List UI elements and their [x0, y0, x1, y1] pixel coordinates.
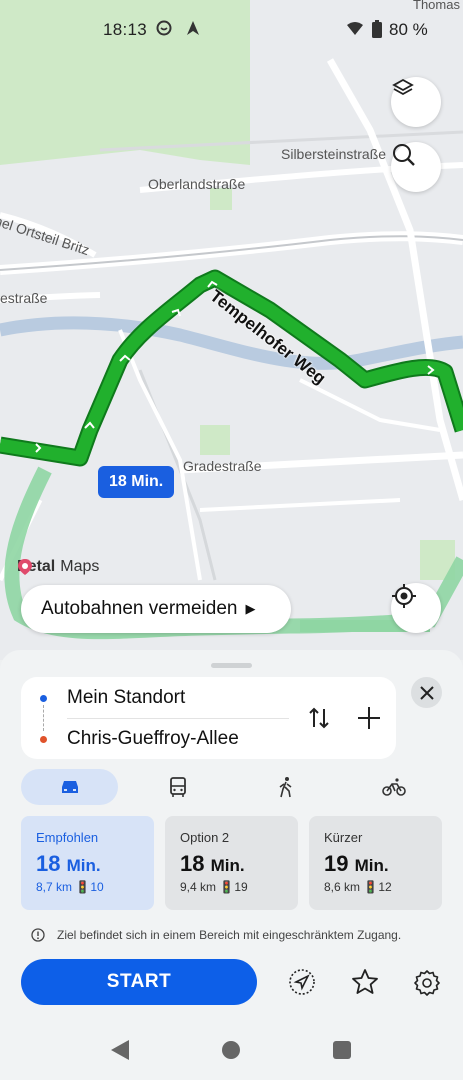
tab-bike[interactable] [345, 769, 442, 805]
route-option-2[interactable]: Option 2 18 Min. 9,4 km 🚦19 [165, 816, 298, 910]
start-button[interactable]: START [21, 959, 257, 1005]
origin-field[interactable]: Mein Standort [67, 687, 185, 709]
locate-icon [392, 584, 416, 608]
option-label: Option 2 [180, 830, 230, 845]
home-button[interactable] [222, 1041, 240, 1059]
avoid-highways-label: Autobahnen vermeiden [41, 598, 238, 619]
petal-maps-logo: Petal Maps [17, 558, 99, 576]
restricted-access-notice: Ziel befindet sich in einem Bereich mit … [31, 928, 401, 942]
field-divider [67, 718, 289, 719]
destination-field[interactable]: Chris-Gueffroy-Allee [67, 728, 239, 750]
option-duration: 19 Min. [324, 851, 389, 876]
navigation-preview-icon [289, 969, 315, 995]
play-arrow-icon: ▶ [245, 601, 256, 616]
system-nav-bar [0, 1010, 463, 1080]
swap-icon [309, 707, 329, 729]
traffic-light-icon: 🚦 [363, 880, 379, 894]
map-view[interactable]: 18:13 80 % Oberlandstraße Silbersteinstr… [0, 0, 463, 660]
route-option-shorter[interactable]: Kürzer 19 Min. 8,6 km 🚦12 [309, 816, 442, 910]
option-label: Empfohlen [36, 830, 99, 845]
avoid-highways-chip[interactable]: Autobahnen vermeiden ▶ [21, 585, 291, 633]
back-icon [111, 1040, 129, 1060]
settings-button[interactable] [409, 964, 445, 1000]
route-time-bubble[interactable]: 18 Min. [98, 466, 175, 498]
traffic-light-icon: 🚦 [219, 880, 235, 894]
walk-icon [279, 777, 291, 798]
route-input-card: Mein Standort Chris-Gueffroy-Allee [21, 677, 396, 759]
option-meta: 8,6 km 🚦12 [324, 880, 392, 894]
petal-pin-icon [18, 559, 32, 575]
star-icon [352, 969, 378, 994]
notice-text: Ziel befindet sich in einem Bereich mit … [57, 928, 402, 942]
locate-button[interactable] [391, 583, 441, 633]
favorite-button[interactable] [347, 964, 383, 1000]
traffic-light-icon: 🚦 [75, 880, 91, 894]
tab-transit[interactable] [129, 769, 226, 805]
status-bar: 18:13 80 % [0, 0, 463, 60]
option-duration: 18 Min. [180, 851, 245, 876]
close-button[interactable] [411, 677, 442, 708]
option-label: Kürzer [324, 830, 363, 845]
swap-button[interactable] [306, 705, 332, 731]
gear-icon [414, 970, 440, 996]
tab-walk[interactable] [237, 769, 334, 805]
street-label-grade: Gradestraße [183, 458, 262, 474]
search-button[interactable] [391, 142, 441, 192]
recents-button[interactable] [333, 1041, 351, 1059]
layers-icon [392, 78, 414, 96]
origin-dot [40, 695, 47, 702]
add-stop-button[interactable] [356, 705, 382, 731]
option-meta: 9,4 km 🚦19 [180, 880, 248, 894]
street-label-estrasse: estraße [0, 290, 48, 306]
transport-mode-tabs [21, 769, 442, 805]
bike-icon [381, 778, 406, 796]
back-button[interactable] [110, 1039, 130, 1066]
battery-level: 80 % [389, 20, 428, 39]
destination-dot [40, 736, 47, 743]
street-label-oberland: Oberlandstraße [148, 176, 246, 192]
sheet-drag-handle[interactable] [211, 663, 252, 668]
route-connector [43, 705, 45, 731]
route-option-recommended[interactable]: Empfohlen 18 Min. 8,7 km 🚦10 [21, 816, 154, 910]
brand-light: Maps [60, 558, 100, 575]
option-duration: 18 Min. [36, 851, 101, 876]
layers-button[interactable] [391, 77, 441, 127]
option-meta: 8,7 km 🚦10 [36, 880, 104, 894]
tab-car[interactable] [21, 769, 118, 805]
navigate-preview-button[interactable] [284, 964, 320, 1000]
bus-icon [169, 777, 186, 797]
street-label-silberstein: Silbersteinstraße [281, 146, 387, 162]
street-label-thomas: Thomas [413, 0, 460, 12]
close-icon [419, 685, 434, 700]
plus-icon [358, 707, 380, 729]
info-icon [31, 928, 45, 942]
search-icon [393, 144, 415, 166]
car-icon [61, 781, 78, 793]
status-time: 18:13 [103, 20, 148, 39]
